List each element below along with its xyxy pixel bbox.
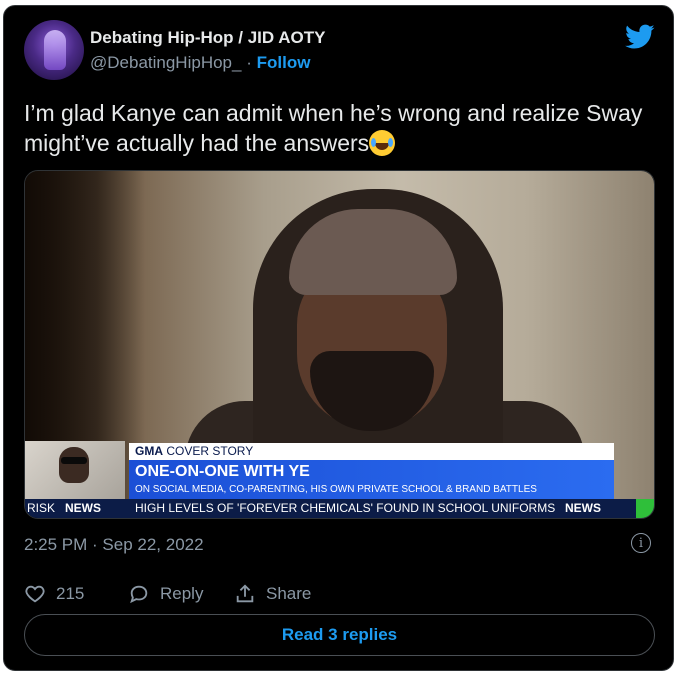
gma-brand: GMA bbox=[135, 444, 163, 458]
subheadline-text: ON SOCIAL MEDIA, CO-PARENTING, HIS OWN P… bbox=[135, 484, 537, 495]
avatar[interactable] bbox=[24, 20, 84, 80]
tweet-timestamp[interactable]: 2:25 PM · Sep 22, 2022 bbox=[24, 535, 204, 555]
read-replies-button[interactable]: Read 3 replies bbox=[24, 614, 655, 656]
ticker-news-logo: NEWS bbox=[65, 501, 101, 515]
heart-icon bbox=[25, 585, 45, 603]
laughing-tears-emoji-icon bbox=[369, 130, 396, 156]
reply-button[interactable]: Reply bbox=[128, 583, 203, 605]
ticker-left-text: RISK bbox=[27, 501, 56, 515]
reply-label: Reply bbox=[160, 584, 204, 603]
tweet-text-body: I’m glad Kanye can admit when he’s wrong… bbox=[24, 100, 643, 156]
share-label: Share bbox=[266, 584, 312, 603]
author-handle[interactable]: @DebatingHipHop_ bbox=[90, 53, 241, 72]
handle-separator: · bbox=[246, 53, 252, 72]
like-button[interactable]: 215 bbox=[24, 583, 84, 605]
reply-bubble-icon bbox=[130, 585, 148, 604]
ticker-news-logo-right: NEWS bbox=[565, 501, 601, 515]
share-icon bbox=[236, 584, 254, 603]
share-button[interactable]: Share bbox=[234, 583, 311, 605]
gma-cover-story-label: GMA COVER STORY bbox=[129, 443, 614, 460]
tweet-text: I’m glad Kanye can admit when he’s wrong… bbox=[24, 98, 644, 158]
lower-third-thumbnail bbox=[25, 441, 125, 499]
news-ticker: RISK NEWS HIGH LEVELS OF 'FOREVER CHEMIC… bbox=[25, 499, 654, 518]
author-handle-row: @DebatingHipHop_ · Follow bbox=[90, 53, 310, 73]
info-icon[interactable]: i bbox=[631, 533, 651, 553]
follow-button[interactable]: Follow bbox=[257, 53, 311, 72]
cover-story-text: COVER STORY bbox=[166, 444, 254, 458]
likes-count: 215 bbox=[56, 584, 85, 603]
headline-bar: ONE-ON-ONE WITH YE ON SOCIAL MEDIA, CO-P… bbox=[129, 460, 614, 500]
author-display-name[interactable]: Debating Hip-Hop / JID AOTY bbox=[90, 28, 325, 48]
tweet-media-video[interactable]: GMA COVER STORY ONE-ON-ONE WITH YE ON SO… bbox=[24, 170, 655, 519]
headline-text: ONE-ON-ONE WITH YE bbox=[135, 463, 310, 480]
news-lower-third: GMA COVER STORY ONE-ON-ONE WITH YE ON SO… bbox=[25, 437, 654, 518]
tweet-card: Debating Hip-Hop / JID AOTY @DebatingHip… bbox=[3, 5, 674, 671]
twitter-bird-icon[interactable] bbox=[625, 24, 655, 50]
ticker-headline: HIGH LEVELS OF 'FOREVER CHEMICALS' FOUND… bbox=[135, 501, 556, 515]
